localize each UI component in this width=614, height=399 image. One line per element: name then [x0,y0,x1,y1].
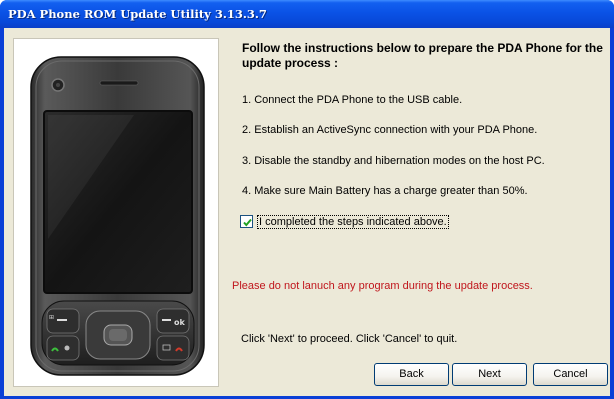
ok-key-label: ok [174,318,185,327]
application-window: PDA Phone ROM Update Utility 3.13.3.7 ⊞ … [0,0,614,399]
window-title: PDA Phone ROM Update Utility 3.13.3.7 [8,7,267,21]
cancel-button[interactable]: Cancel [533,363,608,386]
back-button[interactable]: Back [374,363,449,386]
checkmark-icon [243,218,252,227]
instructions-heading: Follow the instructions below to prepare… [242,41,603,70]
pda-phone-illustration: ⊞ ok [30,56,205,376]
dialog-body: ⊞ ok Follow the instructions below to pr… [4,28,610,396]
step-activesync: 2. Establish an ActiveSync connection wi… [242,124,538,136]
svg-text:⊞: ⊞ [49,314,54,321]
end-call-key [156,335,190,361]
device-image-panel: ⊞ ok [13,38,219,387]
step-disable-standby: 3. Disable the standby and hibernation m… [242,155,545,167]
step-connect-usb: 1. Connect the PDA Phone to the USB cabl… [242,94,463,106]
step-battery-charge: 4. Make sure Main Battery has a charge g… [242,185,528,197]
navigation-hint: Click 'Next' to proceed. Click 'Cancel' … [241,333,458,345]
confirm-steps-label[interactable]: I completed the steps indicated above. [257,215,449,229]
confirm-steps-checkbox[interactable] [240,215,253,228]
call-key [46,335,80,361]
next-button[interactable]: Next [452,363,527,386]
title-bar[interactable]: PDA Phone ROM Update Utility 3.13.3.7 [0,0,614,28]
update-warning-text: Please do not lanuch any program during … [232,280,533,292]
earpiece-speaker [99,80,139,86]
